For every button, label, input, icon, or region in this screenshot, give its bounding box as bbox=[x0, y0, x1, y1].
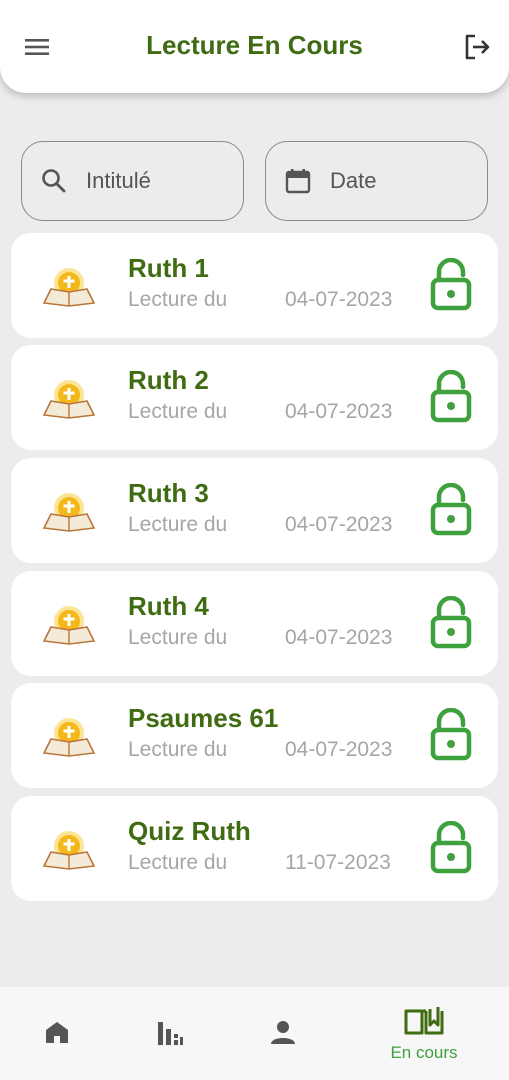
open-book-icon bbox=[404, 1007, 444, 1035]
reading-label: Lecture du bbox=[128, 738, 228, 761]
search-placeholder: Intitulé bbox=[86, 168, 151, 193]
reading-title: Ruth 3 bbox=[128, 478, 209, 508]
reading-label: Lecture du bbox=[128, 400, 228, 423]
lock-open-icon[interactable] bbox=[429, 708, 473, 762]
calendar-icon bbox=[285, 169, 311, 194]
app-bar: Lecture En Cours bbox=[0, 0, 509, 93]
reading-date: 04-07-2023 bbox=[285, 626, 393, 649]
nav-profile[interactable] bbox=[226, 987, 339, 1080]
search-input[interactable]: Intitulé bbox=[21, 141, 244, 221]
bottom-nav: En cours bbox=[0, 987, 509, 1080]
reading-date: 11-07-2023 bbox=[285, 851, 391, 874]
reading-card[interactable]: Ruth 3 Lecture du 04-07-2023 bbox=[11, 458, 498, 563]
reading-label: Lecture du bbox=[128, 851, 228, 874]
reading-date: 04-07-2023 bbox=[285, 400, 393, 423]
stats-icon bbox=[158, 1022, 183, 1045]
reading-card[interactable]: Quiz Ruth Lecture du 11-07-2023 bbox=[11, 796, 498, 901]
bible-sunrise-icon bbox=[42, 493, 96, 532]
lock-open-icon[interactable] bbox=[429, 258, 473, 312]
bible-sunrise-icon bbox=[42, 606, 96, 645]
nav-home[interactable] bbox=[0, 987, 113, 1080]
nav-stats[interactable] bbox=[113, 987, 226, 1080]
search-icon bbox=[42, 169, 66, 193]
person-icon bbox=[271, 1021, 295, 1044]
lock-open-icon[interactable] bbox=[429, 596, 473, 650]
reading-card[interactable]: Ruth 4 Lecture du 04-07-2023 bbox=[11, 571, 498, 676]
reading-card[interactable]: Ruth 1 Lecture du 04-07-2023 bbox=[11, 233, 498, 338]
reading-date: 04-07-2023 bbox=[285, 288, 393, 311]
reading-card[interactable]: Psaumes 61 Lecture du 04-07-2023 bbox=[11, 683, 498, 788]
reading-label: Lecture du bbox=[128, 513, 228, 536]
reading-date: 04-07-2023 bbox=[285, 513, 393, 536]
nav-en-cours[interactable]: En cours bbox=[339, 987, 509, 1080]
reading-title: Ruth 1 bbox=[128, 253, 209, 283]
lock-open-icon[interactable] bbox=[429, 483, 473, 537]
reading-title: Ruth 4 bbox=[128, 591, 209, 621]
reading-date: 04-07-2023 bbox=[285, 738, 393, 761]
page-title: Lecture En Cours bbox=[146, 30, 363, 60]
home-icon bbox=[46, 1022, 68, 1043]
reading-label: Lecture du bbox=[128, 288, 228, 311]
date-input[interactable]: Date bbox=[265, 141, 488, 221]
reading-title: Ruth 2 bbox=[128, 365, 209, 395]
date-placeholder: Date bbox=[330, 168, 377, 193]
reading-card[interactable]: Ruth 2 Lecture du 04-07-2023 bbox=[11, 345, 498, 450]
reading-title: Psaumes 61 bbox=[128, 703, 279, 733]
nav-label-en-cours: En cours bbox=[390, 1043, 458, 1062]
lock-open-icon[interactable] bbox=[429, 370, 473, 424]
logout-icon[interactable] bbox=[462, 32, 492, 62]
lock-open-icon[interactable] bbox=[429, 821, 473, 875]
bible-sunrise-icon bbox=[42, 831, 96, 870]
bible-sunrise-icon bbox=[42, 268, 96, 307]
bible-sunrise-icon bbox=[42, 380, 96, 419]
reading-title: Quiz Ruth bbox=[128, 816, 251, 846]
bible-sunrise-icon bbox=[42, 718, 96, 757]
reading-label: Lecture du bbox=[128, 626, 228, 649]
